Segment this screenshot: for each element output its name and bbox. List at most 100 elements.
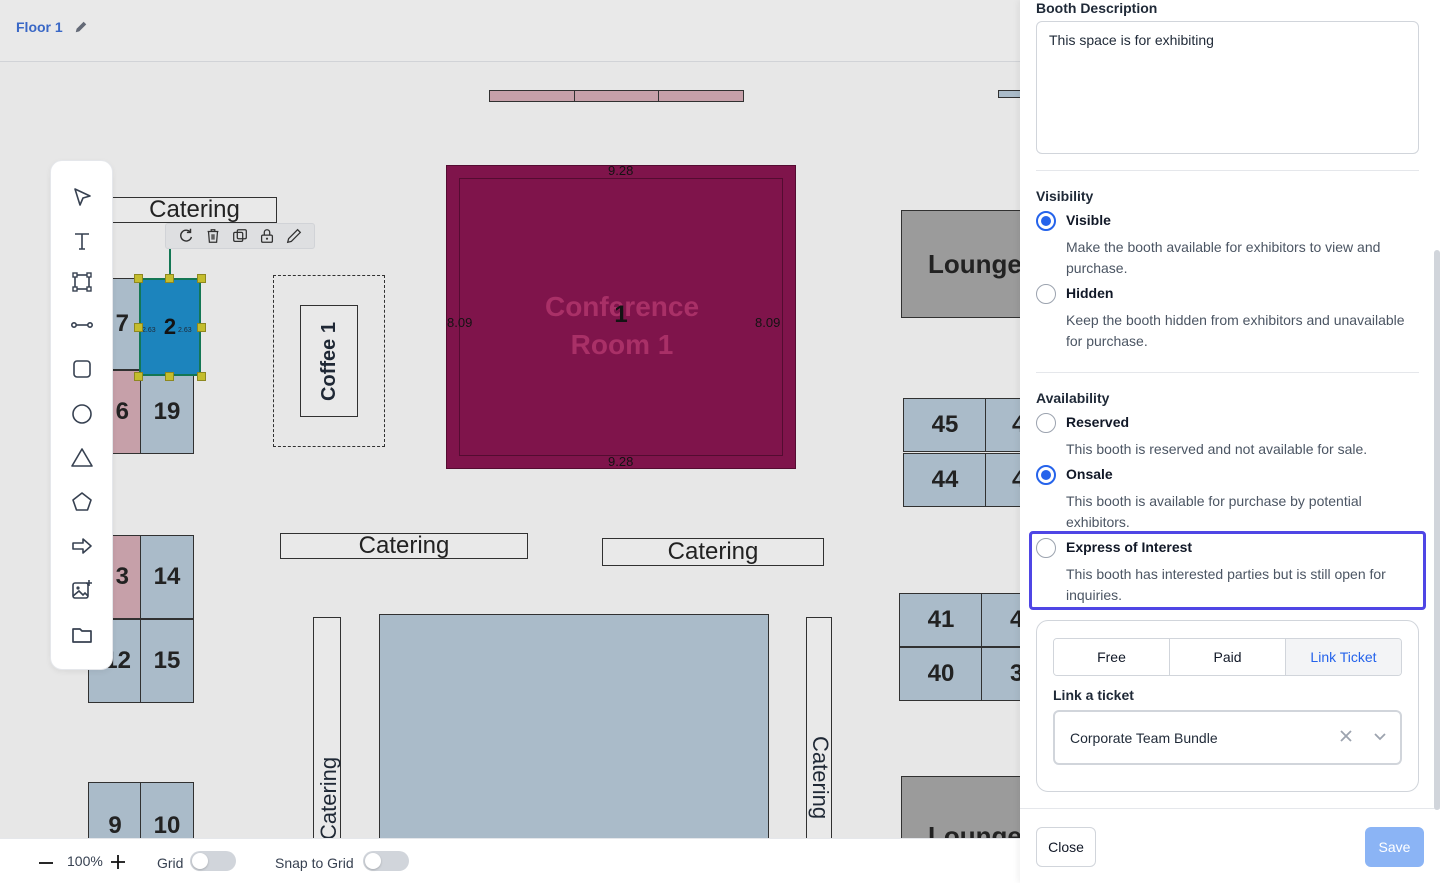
booth-shape[interactable]: 14 <box>140 535 194 619</box>
radio-onsale[interactable] <box>1036 465 1056 485</box>
booth-number: 15 <box>153 647 181 674</box>
visibility-option-visible[interactable]: Visible Make the booth available for exh… <box>1036 211 1419 276</box>
radio-label: Hidden <box>1066 285 1114 301</box>
panel-scrollbar[interactable] <box>1434 250 1440 810</box>
selection-toolbar <box>165 223 315 249</box>
tab-link-ticket[interactable]: Link Ticket <box>1286 639 1401 675</box>
pencil-icon[interactable] <box>285 227 303 245</box>
catering-area[interactable]: Catering <box>280 532 528 559</box>
catering-label: Catering <box>149 196 240 223</box>
resize-handle[interactable] <box>134 372 143 381</box>
divider <box>1036 170 1419 171</box>
booth-number: 19 <box>153 398 181 425</box>
availability-title: Availability <box>1036 390 1110 406</box>
radio-visible[interactable] <box>1036 211 1056 231</box>
radio-description: Keep the booth hidden from exhibitors an… <box>1066 312 1405 349</box>
divider <box>1036 372 1419 373</box>
catering-label: Catering <box>808 736 833 820</box>
catering-label: Catering <box>358 532 450 559</box>
description-input[interactable]: This space is for exhibiting <box>1036 21 1419 154</box>
visibility-option-hidden[interactable]: Hidden Keep the booth hidden from exhibi… <box>1036 284 1419 349</box>
ticket-select-value: Corporate Team Bundle <box>1070 730 1218 746</box>
square-icon <box>73 360 91 378</box>
ticket-select[interactable]: Corporate Team Bundle <box>1053 710 1402 765</box>
resize-handle[interactable] <box>165 274 174 283</box>
grid-toggle[interactable] <box>190 851 236 871</box>
radio-hidden[interactable] <box>1036 284 1056 304</box>
panel-footer: Close Save <box>1020 808 1440 883</box>
booth-shape[interactable]: 3 <box>981 647 1020 701</box>
booth-shape[interactable]: 4 <box>985 398 1020 452</box>
pencil-icon[interactable] <box>74 20 88 34</box>
zoom-in-icon[interactable] <box>110 854 126 870</box>
resize-handle[interactable] <box>165 372 174 381</box>
folder-tool[interactable] <box>69 622 95 648</box>
coffee-station[interactable]: Coffee 1 <box>300 305 358 417</box>
booth-shape[interactable]: 15 <box>140 619 194 703</box>
radio-reserved[interactable] <box>1036 413 1056 433</box>
triangle-tool[interactable] <box>69 445 95 471</box>
floor-canvas[interactable]: Catering 7 6 19 3 14 1 2 15 9 10 Coffee 1… <box>0 62 1020 838</box>
rectangle-tool[interactable] <box>69 356 95 382</box>
booth-shape[interactable]: 40 <box>899 647 983 701</box>
select-tool[interactable] <box>69 184 95 210</box>
clear-icon[interactable] <box>1337 727 1355 745</box>
zoom-out-icon[interactable] <box>38 855 54 871</box>
booth-shape[interactable] <box>574 90 660 102</box>
save-button[interactable]: Save <box>1365 827 1424 867</box>
tab-paid[interactable]: Paid <box>1170 639 1286 675</box>
booth-shape[interactable]: 4 <box>985 453 1020 507</box>
booth-shape[interactable] <box>489 90 575 102</box>
booth-number: 45 <box>931 411 959 438</box>
booth-shape[interactable]: 10 <box>140 782 194 838</box>
conference-room[interactable]: Conference Room 1 1 <box>446 165 796 469</box>
resize-handle[interactable] <box>197 372 206 381</box>
image-tool[interactable] <box>69 577 95 603</box>
chevron-down-icon[interactable] <box>1372 728 1388 744</box>
booth-shape[interactable]: 19 <box>140 370 194 454</box>
circle-tool[interactable] <box>69 401 95 427</box>
resize-handle[interactable] <box>134 274 143 283</box>
grid-label: Grid <box>157 855 184 871</box>
text-tool[interactable] <box>69 228 95 254</box>
booth-shape[interactable]: 9 <box>88 782 142 838</box>
catering-area[interactable]: Catering <box>806 617 833 838</box>
availability-option-onsale[interactable]: Onsale This booth is available for purch… <box>1036 465 1419 530</box>
radio-label: Reserved <box>1066 414 1130 430</box>
floor-title[interactable]: Floor 1 <box>16 19 63 35</box>
polygon-tool[interactable] <box>69 269 95 295</box>
lock-icon[interactable] <box>258 227 276 245</box>
lounge-area[interactable]: Lounge <box>901 210 1020 318</box>
arrow-tool[interactable] <box>69 533 95 559</box>
catering-area[interactable]: Catering <box>602 538 824 566</box>
catering-area[interactable]: Catering <box>112 196 277 223</box>
booth-shape[interactable]: 4 <box>981 593 1020 647</box>
booth-settings-panel: Booth Description This space is for exhi… <box>1020 0 1440 883</box>
circle-icon <box>72 404 92 424</box>
booth-shape[interactable]: 41 <box>899 593 983 647</box>
line-icon <box>70 322 93 329</box>
snap-toggle[interactable] <box>363 851 409 871</box>
booth-shape[interactable]: 44 <box>903 453 987 507</box>
booth-shape[interactable] <box>998 90 1020 98</box>
trash-icon[interactable] <box>204 227 222 245</box>
duplicate-icon[interactable] <box>231 227 249 245</box>
booth-number: 44 <box>931 466 959 493</box>
booth-shape[interactable]: 45 <box>903 398 987 452</box>
line-tool[interactable] <box>69 312 95 338</box>
coffee-label: Coffee 1 <box>317 321 340 401</box>
resize-handle[interactable] <box>197 274 206 283</box>
pentagon-tool[interactable] <box>69 489 95 515</box>
close-button[interactable]: Close <box>1036 827 1096 867</box>
resize-handle[interactable] <box>134 323 143 332</box>
resize-handle[interactable] <box>197 323 206 332</box>
catering-area[interactable]: Catering <box>313 617 341 838</box>
availability-option-reserved[interactable]: Reserved This booth is reserved and not … <box>1036 413 1419 457</box>
booth-shape[interactable] <box>658 90 744 102</box>
tab-free[interactable]: Free <box>1054 639 1170 675</box>
rotate-icon[interactable] <box>177 227 195 245</box>
radio-label: Onsale <box>1066 466 1113 482</box>
exhibit-hall-area[interactable] <box>379 614 769 838</box>
lounge-area[interactable]: Lounge <box>901 776 1020 838</box>
dimension-right: 8.09 <box>755 315 781 330</box>
